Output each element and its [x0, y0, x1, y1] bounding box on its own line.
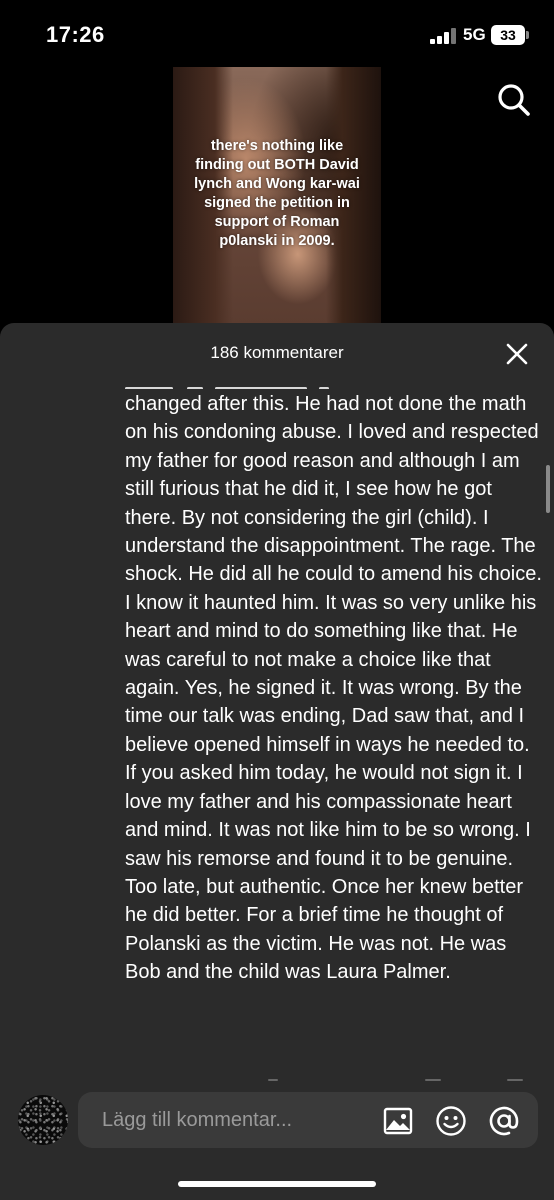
status-bar: 17:26 5G 33	[0, 0, 554, 70]
search-icon[interactable]	[496, 82, 532, 118]
emoji-icon[interactable]	[435, 1105, 467, 1137]
signal-icon	[430, 28, 458, 44]
video-caption: there's nothing like finding out BOTH Da…	[194, 138, 360, 249]
scrollbar[interactable]	[546, 465, 550, 513]
comment-input-placeholder: Lägg till kommentar...	[102, 1109, 293, 1131]
avatar[interactable]	[18, 1095, 68, 1145]
comment-input[interactable]: Lägg till kommentar...	[78, 1092, 538, 1148]
home-indicator[interactable]	[178, 1181, 376, 1187]
image-icon[interactable]	[382, 1105, 414, 1137]
close-icon[interactable]	[505, 342, 529, 366]
comments-count-title: 186 kommentarer	[210, 343, 344, 362]
network-type: 5G	[463, 25, 486, 44]
at-icon[interactable]	[488, 1105, 520, 1137]
comment-reply-text: changed after this. He had not done the …	[125, 393, 542, 984]
clipped-text-line	[125, 377, 455, 389]
comments-sheet: 186 kommentarer changed after this. He h…	[0, 323, 554, 1200]
clipped-row	[0, 1075, 554, 1085]
battery-tip	[526, 31, 529, 39]
video-thumbnail[interactable]: there's nothing like finding out BOTH Da…	[173, 67, 381, 327]
comment-input-bar: Lägg till kommentar...	[0, 1085, 554, 1155]
battery-icon: 33	[491, 25, 525, 45]
status-time: 17:26	[46, 22, 105, 47]
